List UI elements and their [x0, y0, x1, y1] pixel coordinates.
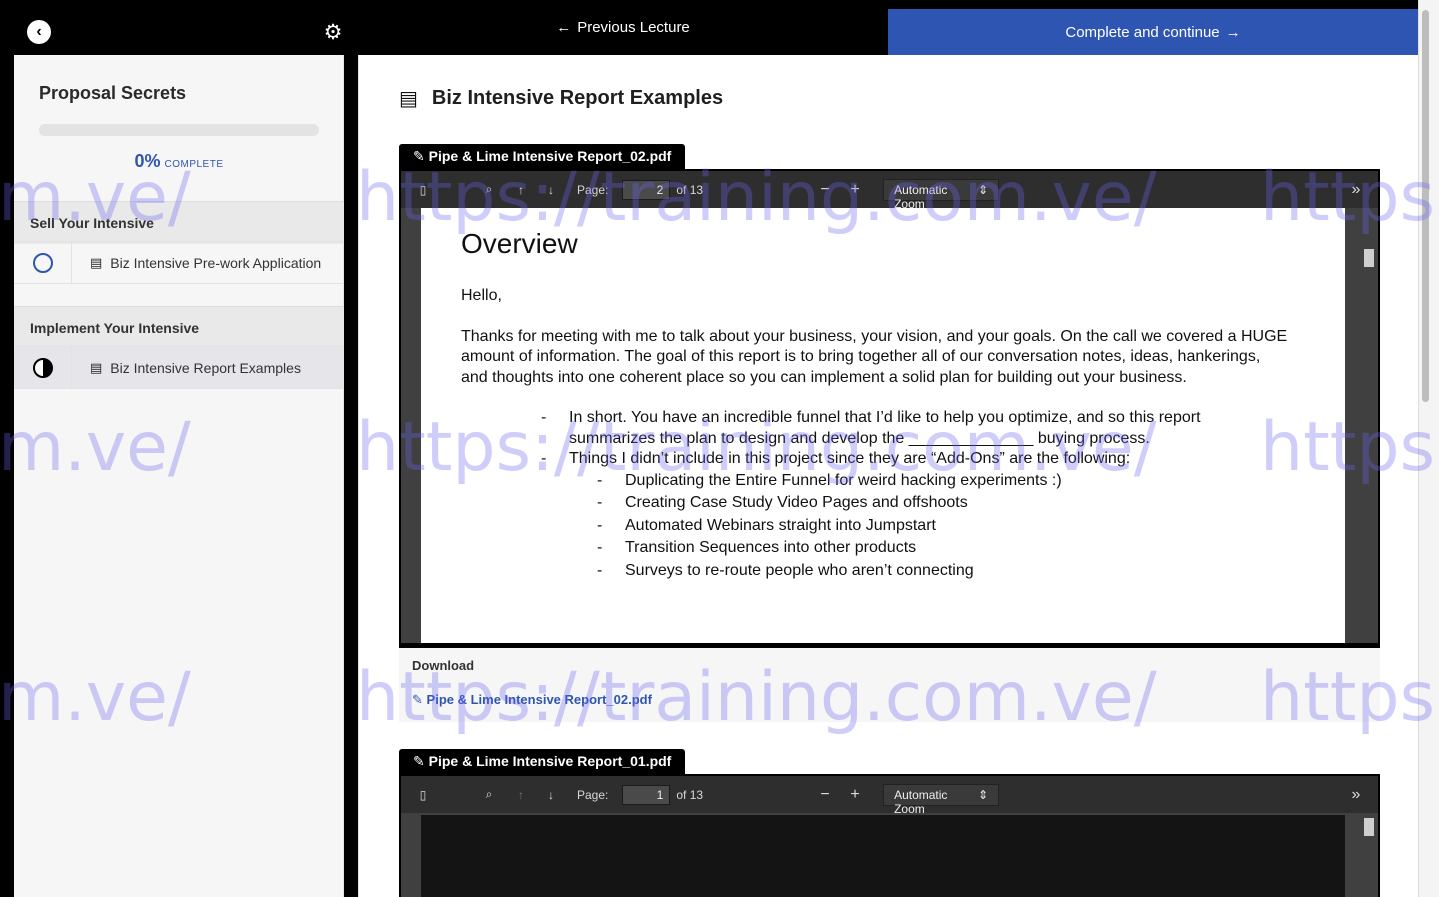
- circle-half-icon: [32, 357, 53, 378]
- back-button[interactable]: ‹: [27, 20, 51, 44]
- document-heading: Overview: [461, 228, 578, 259]
- next-page-icon[interactable]: ↓: [541, 183, 561, 197]
- document-paragraph: Thanks for meeting with me to talk about…: [461, 327, 1288, 386]
- zoom-select[interactable]: Automatic Zoom ⇕: [883, 783, 1000, 816]
- page-label: Page:: [577, 787, 609, 802]
- bullet-text: Things I didn’t include in this project …: [569, 450, 1131, 467]
- tools-menu-icon[interactable]: »: [1346, 181, 1366, 199]
- pdf-filename: Pipe & Lime Intensive Report_01.pdf: [428, 753, 672, 769]
- course-sidebar: Proposal Secrets 0% COMPLETE Sell Your In…: [14, 55, 344, 897]
- document-subbullets: Duplicating the Entire Funnel for weird …: [597, 470, 1305, 583]
- document-bullet: Things I didn’t include in this project …: [541, 449, 1305, 582]
- paperclip-icon: ✎: [413, 753, 425, 769]
- page-scrollbar[interactable]: [1418, 0, 1439, 897]
- zoom-in-icon[interactable]: +: [845, 786, 865, 804]
- pdf-scrollbar-thumb[interactable]: [1364, 818, 1374, 836]
- tools-menu-icon[interactable]: »: [1346, 786, 1366, 804]
- lecture-label: Biz Intensive Pre-work Application: [110, 254, 322, 271]
- pdf-toolbar: ▯ ⌕ ↑ ↓ Page: 2 of 13 − + Automatic Zoom…: [401, 171, 1378, 211]
- bullet-blank: ______________: [908, 429, 1034, 447]
- select-arrows-icon: ⇕: [978, 182, 989, 197]
- download-filename: Pipe & Lime Intensive Report_02.pdf: [426, 692, 652, 707]
- document-subbullet: Transition Sequences into other products: [597, 537, 1305, 560]
- pdf-toolbar: ▯ ⌕ ↑ ↓ Page: 1 of 13 − + Automatic Zoom…: [401, 776, 1378, 816]
- section-header-implement-your-intensive: Implement Your Intensive: [14, 306, 344, 349]
- document-bullet: In short. You have an incredible funnel …: [541, 408, 1251, 449]
- progress-label: COMPLETE: [164, 159, 224, 170]
- page-number-input[interactable]: 1: [622, 784, 671, 805]
- lecture-title: Biz Intensive Report Examples: [431, 87, 724, 109]
- document-bullets: In short. You have an incredible funnel …: [541, 408, 1305, 582]
- pdf-file-tab: ✎ Pipe & Lime Intensive Report_02.pdf: [399, 144, 686, 169]
- page-count: of 13: [676, 182, 704, 197]
- zoom-value: Automatic Zoom: [894, 182, 948, 211]
- download-panel: Download ✎ Pipe & Lime Intensive Report_…: [399, 648, 1380, 722]
- lecture-item-report-examples[interactable]: ▤ Biz Intensive Report Examples: [14, 346, 344, 389]
- zoom-select[interactable]: Automatic Zoom ⇕: [883, 178, 1000, 211]
- pdf-file-tab: ✎ Pipe & Lime Intensive Report_01.pdf: [399, 749, 686, 774]
- document-subbullet: Automated Webinars straight into Jumpsta…: [597, 515, 1305, 538]
- document-icon: ▤: [399, 88, 418, 110]
- zoom-out-icon[interactable]: −: [815, 786, 835, 804]
- bullet-text: buying process.: [1037, 429, 1150, 447]
- complete-and-continue-label: Complete and continue: [1065, 23, 1220, 41]
- pdf-viewer: ▯ ⌕ ↑ ↓ Page: 1 of 13 − + Automatic Zoom…: [399, 774, 1380, 897]
- zoom-in-icon[interactable]: +: [845, 181, 865, 199]
- previous-page-icon[interactable]: ↑: [511, 183, 531, 197]
- arrow-left-icon: ←: [556, 19, 572, 36]
- lecture-status: [14, 347, 72, 388]
- paperclip-icon: ✎: [412, 692, 423, 707]
- pdf-page: [421, 815, 1345, 897]
- zoom-value: Automatic Zoom: [894, 787, 948, 816]
- zoom-out-icon[interactable]: −: [815, 181, 835, 199]
- previous-lecture-button[interactable]: ← Previous Lecture: [358, 0, 888, 55]
- lecture-heading: ▤ Biz Intensive Report Examples: [399, 86, 723, 111]
- chevron-left-icon: ‹: [36, 23, 42, 40]
- search-icon[interactable]: ⌕: [479, 182, 499, 197]
- next-page-icon[interactable]: ↓: [541, 788, 561, 802]
- paperclip-icon: ✎: [413, 148, 425, 164]
- progress-text: 0% COMPLETE: [14, 151, 344, 172]
- document-subbullet: Creating Case Study Video Pages and offs…: [597, 492, 1305, 515]
- circle-empty-icon: [32, 252, 53, 273]
- download-link[interactable]: ✎ Pipe & Lime Intensive Report_02.pdf: [412, 692, 1367, 708]
- gear-icon: ⚙: [323, 21, 343, 44]
- pdf-viewer: ▯ ⌕ ↑ ↓ Page: 2 of 13 − + Automatic Zoom…: [399, 169, 1380, 649]
- lecture-content: ▤ Biz Intensive Report Examples ✎ Pipe &…: [358, 55, 1418, 897]
- page-number-input[interactable]: 2: [622, 179, 671, 200]
- previous-lecture-label: Previous Lecture: [577, 19, 690, 36]
- document-icon: ▤: [90, 254, 103, 270]
- arrow-right-icon: →: [1225, 23, 1241, 41]
- lecture-item-pre-work-application[interactable]: ▤ Biz Intensive Pre-work Application: [14, 241, 344, 284]
- document-subbullet: Surveys to re-route people who aren’t co…: [597, 560, 1305, 583]
- lecture-label: Biz Intensive Report Examples: [110, 359, 301, 376]
- select-arrows-icon: ⇕: [978, 787, 989, 802]
- pdf-scrollbar-thumb[interactable]: [1364, 249, 1374, 267]
- sidebar-toggle-icon[interactable]: ▯: [413, 788, 433, 802]
- complete-and-continue-button[interactable]: Complete and continue →: [888, 9, 1418, 55]
- lecture-status: [14, 242, 72, 283]
- progress-percent: 0%: [134, 151, 161, 171]
- sidebar-toggle-icon[interactable]: ▯: [413, 183, 433, 197]
- top-bar: ‹ ⚙ ← Previous Lecture Complete and cont…: [0, 0, 1439, 55]
- progress-bar: [39, 124, 319, 136]
- document-greeting: Hello,: [461, 287, 502, 304]
- course-title: Proposal Secrets: [39, 83, 187, 103]
- pdf-page: Overview Hello, Thanks for meeting with …: [421, 208, 1345, 643]
- page-count: of 13: [676, 787, 704, 802]
- settings-button[interactable]: ⚙: [321, 21, 345, 45]
- document-icon: ▤: [90, 359, 103, 375]
- download-heading: Download: [412, 658, 475, 673]
- page-label: Page:: [577, 182, 609, 197]
- document-subbullet: Duplicating the Entire Funnel for weird …: [597, 470, 1305, 493]
- previous-page-icon[interactable]: ↑: [511, 788, 531, 802]
- page-scrollbar-thumb[interactable]: [1422, 10, 1429, 402]
- search-icon[interactable]: ⌕: [479, 787, 499, 802]
- section-header-sell-your-intensive: Sell Your Intensive: [14, 201, 344, 244]
- pdf-filename: Pipe & Lime Intensive Report_02.pdf: [428, 148, 672, 164]
